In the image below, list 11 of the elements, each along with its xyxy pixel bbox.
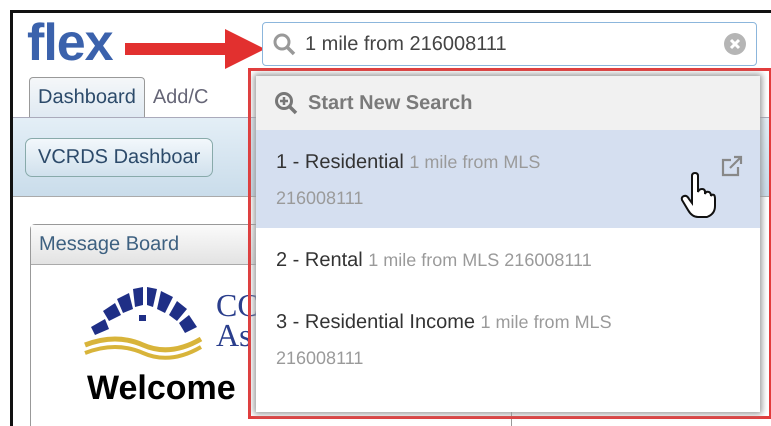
dashboard-button[interactable]: VCRDS Dashboar: [25, 138, 214, 176]
logo[interactable]: flex: [27, 17, 113, 69]
menu-item-label: Start New Search: [308, 92, 473, 114]
search-result-item[interactable]: 1 - Residential 1 mile from MLS 216008111: [256, 130, 760, 228]
search-field[interactable]: 1 mile from 216008111: [262, 22, 757, 66]
search-result-item[interactable]: 3 - Residential Income 1 mile from MLS 216008111: [256, 290, 760, 388]
start-new-search-item[interactable]: Start New Search: [256, 76, 760, 130]
tab[interactable]: Add/C: [144, 78, 216, 117]
welcome-heading: Welcome: [86, 368, 237, 408]
tab[interactable]: Dashboard: [29, 77, 145, 117]
search-result-item[interactable]: 2 - Rental 1 mile from MLS 216008111: [256, 228, 760, 290]
